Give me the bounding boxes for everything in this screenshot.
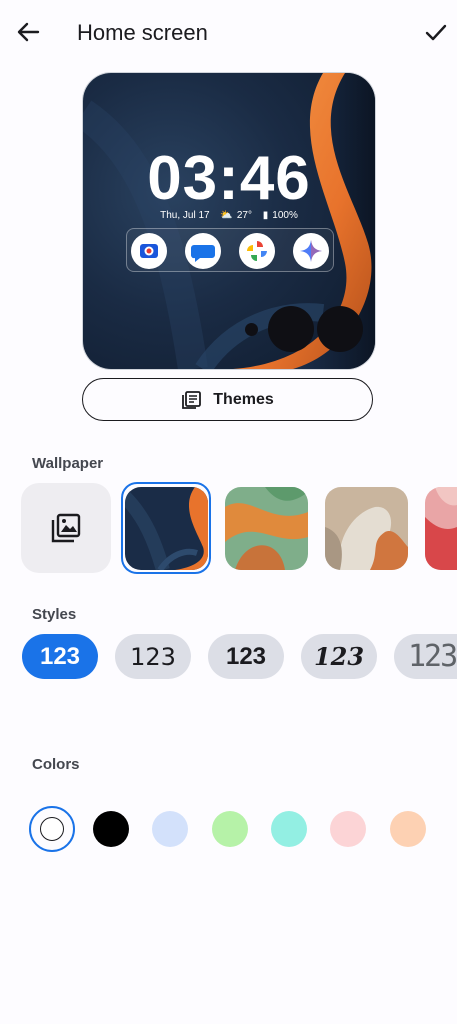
style-option-5[interactable]: 123 — [394, 634, 457, 679]
clock-time: 03:46 — [147, 144, 311, 213]
camera-cutout-small — [245, 323, 258, 336]
wallpaper-thumb-1[interactable] — [125, 487, 208, 570]
themes-label: Themes — [213, 390, 274, 408]
home-screen-preview[interactable]: 03:46 Thu, Jul 17 ⛅ 27° ▮ 100% — [83, 73, 375, 369]
style-option-4[interactable]: 123 — [301, 634, 377, 679]
wallpaper-thumb-2[interactable] — [225, 487, 308, 570]
colors-heading: Colors — [32, 756, 80, 773]
styles-heading: Styles — [32, 606, 77, 623]
confirm-button[interactable] — [420, 16, 452, 48]
arrow-back-icon — [17, 22, 40, 42]
app-tray — [126, 228, 334, 272]
wallpaper-thumb-3[interactable] — [325, 487, 408, 570]
weather-text: 27° — [236, 210, 252, 221]
camera-icon[interactable] — [131, 233, 167, 269]
check-icon — [425, 24, 447, 41]
style-option-3[interactable]: 123 — [208, 634, 284, 679]
top-app-bar: Home screen — [0, 0, 457, 66]
style-option-2[interactable]: 123 — [115, 634, 191, 679]
photos-icon[interactable] — [239, 233, 275, 269]
color-swatch-light-blue[interactable] — [152, 811, 188, 847]
color-swatch-black[interactable] — [93, 811, 129, 847]
wallpaper-picker-button[interactable] — [21, 483, 111, 573]
color-swatch-white[interactable] — [40, 817, 64, 841]
themes-button[interactable]: Themes — [82, 378, 373, 421]
page-title: Home screen — [77, 20, 208, 45]
gemini-icon[interactable] — [293, 233, 329, 269]
messages-icon[interactable] — [185, 233, 221, 269]
color-swatch-light-green[interactable] — [212, 811, 248, 847]
wallpaper-heading: Wallpaper — [32, 455, 104, 472]
style-option-1[interactable]: 123 — [22, 634, 98, 679]
themes-icon — [182, 390, 202, 409]
gallery-icon — [51, 513, 81, 543]
color-swatch-aqua[interactable] — [271, 811, 307, 847]
color-swatch-peach[interactable] — [390, 811, 426, 847]
camera-cutout-left — [268, 306, 314, 352]
camera-cutout-right — [317, 306, 363, 352]
color-swatch-pink[interactable] — [330, 811, 366, 847]
status-line: Thu, Jul 17 ⛅ 27° ▮ 100% — [83, 210, 375, 221]
date-text: Thu, Jul 17 — [160, 210, 210, 221]
back-button[interactable] — [12, 16, 44, 48]
battery-icon: ▮ — [262, 210, 269, 221]
wallpaper-thumb-4[interactable] — [425, 487, 457, 570]
battery-text: 100% — [272, 210, 298, 221]
weather-icon: ⛅ — [220, 210, 233, 221]
